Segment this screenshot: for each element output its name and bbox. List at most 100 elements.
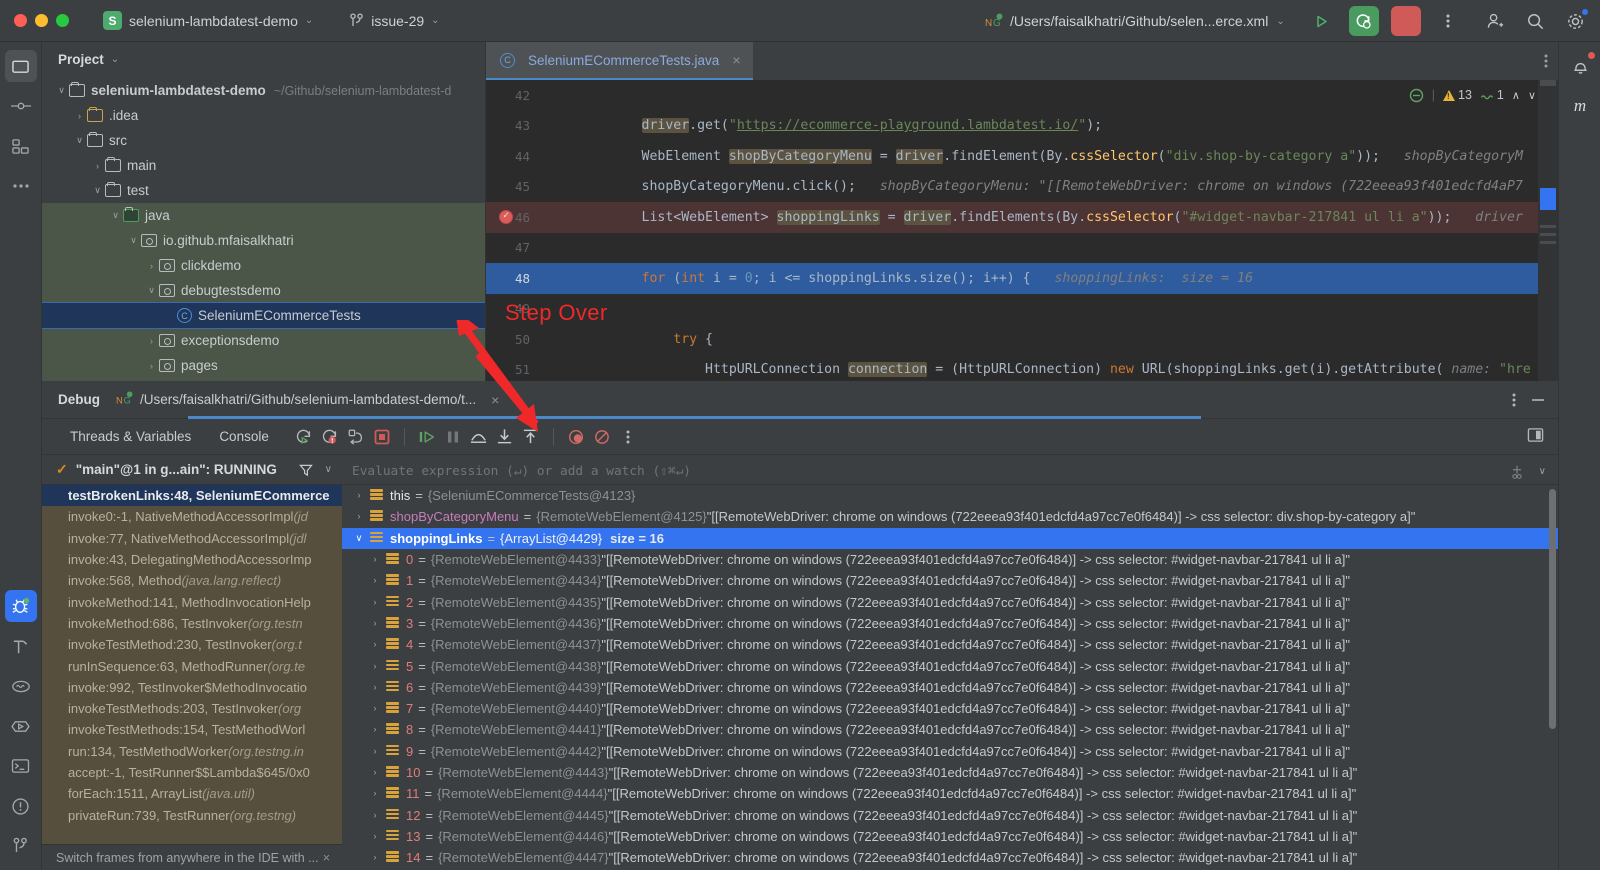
tree-item-java[interactable]: ∨java xyxy=(42,203,485,228)
variable-row[interactable]: ›10={RemoteWebElement@4443} "[[RemoteWeb… xyxy=(342,762,1558,783)
chevron-down-icon[interactable]: ∨ xyxy=(1539,466,1546,477)
pause-program-button[interactable] xyxy=(440,424,466,450)
sidebar-item-run[interactable] xyxy=(5,710,37,742)
rerun-failed-tests-button[interactable] xyxy=(317,424,343,450)
filter-icon[interactable] xyxy=(299,463,313,477)
stop-button[interactable] xyxy=(369,424,395,450)
expand-arrow-icon[interactable]: ∨ xyxy=(54,85,69,96)
sidebar-item-commit[interactable] xyxy=(5,90,37,122)
debug-button[interactable] xyxy=(1349,6,1379,36)
frame-item[interactable]: accept:-1, TestRunner$$Lambda$645/0x0 xyxy=(42,762,342,783)
vertical-ellipsis-icon[interactable] xyxy=(1544,53,1548,69)
frame-item[interactable]: invoke:43, DelegatingMethodAccessorImp xyxy=(42,549,342,570)
sidebar-item-debug[interactable] xyxy=(5,590,37,622)
tree-item-main[interactable]: ›main xyxy=(42,153,485,178)
stop-button[interactable] xyxy=(1391,6,1421,36)
expand-arrow-icon[interactable]: › xyxy=(144,336,159,346)
code-line-45[interactable]: 45 shopByCategoryMenu.click(); shopByCat… xyxy=(486,172,1558,203)
minimize-icon[interactable] xyxy=(1530,392,1546,408)
sidebar-item-project[interactable] xyxy=(5,50,37,82)
expand-arrow-icon[interactable]: › xyxy=(364,767,386,778)
frame-item[interactable]: invokeTestMethods:203, TestInvoker (org xyxy=(42,698,342,719)
variable-row[interactable]: ›4={RemoteWebElement@4437} "[[RemoteWebD… xyxy=(342,634,1558,655)
expand-arrow-icon[interactable]: ∨ xyxy=(108,210,123,221)
code-line-42[interactable]: 42 xyxy=(486,80,1558,111)
layout-settings-button[interactable] xyxy=(1527,427,1544,446)
variable-row[interactable]: ›2={RemoteWebElement@4435} "[[RemoteWebD… xyxy=(342,591,1558,612)
tree-item-debugtestsdemo[interactable]: ∨debugtestsdemo xyxy=(42,278,485,303)
variable-row[interactable]: ›6={RemoteWebElement@4439} "[[RemoteWebD… xyxy=(342,677,1558,698)
frame-item[interactable]: runInSequence:63, MethodRunner (org.te xyxy=(42,655,342,676)
sidebar-item-structure[interactable] xyxy=(5,130,37,162)
expand-arrow-icon[interactable]: › xyxy=(364,661,386,672)
expand-arrow-icon[interactable]: › xyxy=(364,852,386,863)
expand-arrow-icon[interactable]: › xyxy=(144,361,159,371)
minimize-window-button[interactable] xyxy=(35,14,48,27)
breakpoint-icon[interactable] xyxy=(499,210,513,224)
variable-row[interactable]: ›14={RemoteWebElement@4447} "[[RemoteWeb… xyxy=(342,847,1558,868)
expand-arrow-icon[interactable]: › xyxy=(144,261,159,271)
frame-item[interactable]: invokeTestMethods:154, TestMethodWorl xyxy=(42,719,342,740)
expand-arrow-icon[interactable]: › xyxy=(364,575,386,586)
add-user-button[interactable] xyxy=(1480,6,1510,36)
debug-session-tab[interactable]: N G /Users/faisalkhatri/Github/selenium-… xyxy=(116,391,499,408)
add-watch-icon[interactable] xyxy=(1509,464,1525,480)
maximize-window-button[interactable] xyxy=(56,14,69,27)
frame-item[interactable]: testBrokenLinks:48, SeleniumECommerce xyxy=(42,485,342,506)
frame-item[interactable]: invokeTestMethod:230, TestInvoker (org.t xyxy=(42,634,342,655)
code-lines[interactable]: 4243 driver.get("https://ecommerce-playg… xyxy=(486,80,1558,381)
next-problem-icon[interactable]: ∨ xyxy=(1528,89,1536,102)
window-controls[interactable] xyxy=(0,14,69,27)
frame-item[interactable]: run:134, TestMethodWorker (org.testng.in xyxy=(42,741,342,762)
tree-item-test[interactable]: ∨test xyxy=(42,178,485,203)
frame-item[interactable]: invoke0:-1, NativeMethodAccessorImpl (jd xyxy=(42,506,342,527)
frame-item[interactable]: invoke:992, TestInvoker$MethodInvocatio xyxy=(42,677,342,698)
mute-breakpoints-button[interactable] xyxy=(589,424,615,450)
frame-item[interactable]: invoke:568, Method (java.lang.reflect) xyxy=(42,570,342,591)
project-tree[interactable]: ∨selenium-lambdatest-demo~/Github/seleni… xyxy=(42,76,485,381)
expand-arrow-icon[interactable]: › xyxy=(348,490,370,501)
tree-item-selenium-lambdatest-demo[interactable]: ∨selenium-lambdatest-demo~/Github/seleni… xyxy=(42,78,485,103)
thread-selector-header[interactable]: ✓ "main"@1 in g...ain": RUNNING ∨ xyxy=(42,455,342,485)
restart-debugger-button[interactable] xyxy=(343,424,369,450)
expand-arrow-icon[interactable]: › xyxy=(364,639,386,650)
frame-item[interactable]: forEach:1511, ArrayList (java.util) xyxy=(42,783,342,804)
sidebar-item-problems[interactable] xyxy=(5,790,37,822)
sidebar-item-maven[interactable]: m xyxy=(1564,90,1596,122)
sidebar-item-services[interactable] xyxy=(5,670,37,702)
expand-arrow-icon[interactable]: ∨ xyxy=(126,235,141,246)
expand-arrow-icon[interactable]: › xyxy=(364,703,386,714)
prev-problem-icon[interactable]: ∧ xyxy=(1512,89,1520,102)
code-line-47[interactable]: 47 xyxy=(486,233,1558,264)
frame-item[interactable]: invokeMethod:141, MethodInvocationHelp xyxy=(42,591,342,612)
close-icon[interactable]: × xyxy=(323,851,330,865)
tree-item-clickdemo[interactable]: ›clickdemo xyxy=(42,253,485,278)
expand-arrow-icon[interactable]: › xyxy=(364,788,386,799)
variable-row[interactable]: ›11={RemoteWebElement@4444} "[[RemoteWeb… xyxy=(342,783,1558,804)
branch-selector[interactable]: issue-29 ⌄ xyxy=(343,10,445,32)
rerun-button[interactable] xyxy=(291,424,317,450)
variables-list[interactable]: ›this={SeleniumECommerceTests@4123}›shop… xyxy=(342,485,1558,870)
code-line-49[interactable]: 49 xyxy=(486,294,1558,325)
expand-arrow-icon[interactable]: › xyxy=(364,618,386,629)
expand-arrow-icon[interactable]: › xyxy=(364,554,386,565)
code-line-50[interactable]: 50 try { xyxy=(486,324,1558,355)
evaluate-expression-row[interactable]: Evaluate expression (↵) or add a watch (… xyxy=(342,459,1558,485)
chevron-down-icon[interactable]: ⌄ xyxy=(1276,16,1284,27)
sidebar-item-terminal[interactable] xyxy=(5,750,37,782)
expand-arrow-icon[interactable]: ∨ xyxy=(144,285,159,296)
expand-arrow-icon[interactable]: ∨ xyxy=(72,135,87,146)
frames-list[interactable]: testBrokenLinks:48, SeleniumECommerceinv… xyxy=(42,485,342,845)
expand-arrow-icon[interactable]: › xyxy=(364,597,386,608)
expand-arrow-icon[interactable]: › xyxy=(348,511,370,522)
close-icon[interactable]: × xyxy=(732,52,740,68)
code-line-51[interactable]: 51 HttpURLConnection connection = (HttpU… xyxy=(486,355,1558,382)
variable-row[interactable]: ›13={RemoteWebElement@4446} "[[RemoteWeb… xyxy=(342,826,1558,847)
inspection-widget[interactable]: | 13 1 ∧ ∨ xyxy=(1409,82,1536,108)
chevron-down-icon[interactable]: ∨ xyxy=(325,464,332,475)
variable-row[interactable]: ›1={RemoteWebElement@4434} "[[RemoteWebD… xyxy=(342,570,1558,591)
tab-threads-variables[interactable]: Threads & Variables xyxy=(56,429,205,444)
tree-item-src[interactable]: ∨src xyxy=(42,128,485,153)
frame-item[interactable]: invokeMethod:686, TestInvoker (org.testn xyxy=(42,613,342,634)
tree-item-seleniumecommercetests[interactable]: CSeleniumECommerceTests xyxy=(42,303,485,328)
